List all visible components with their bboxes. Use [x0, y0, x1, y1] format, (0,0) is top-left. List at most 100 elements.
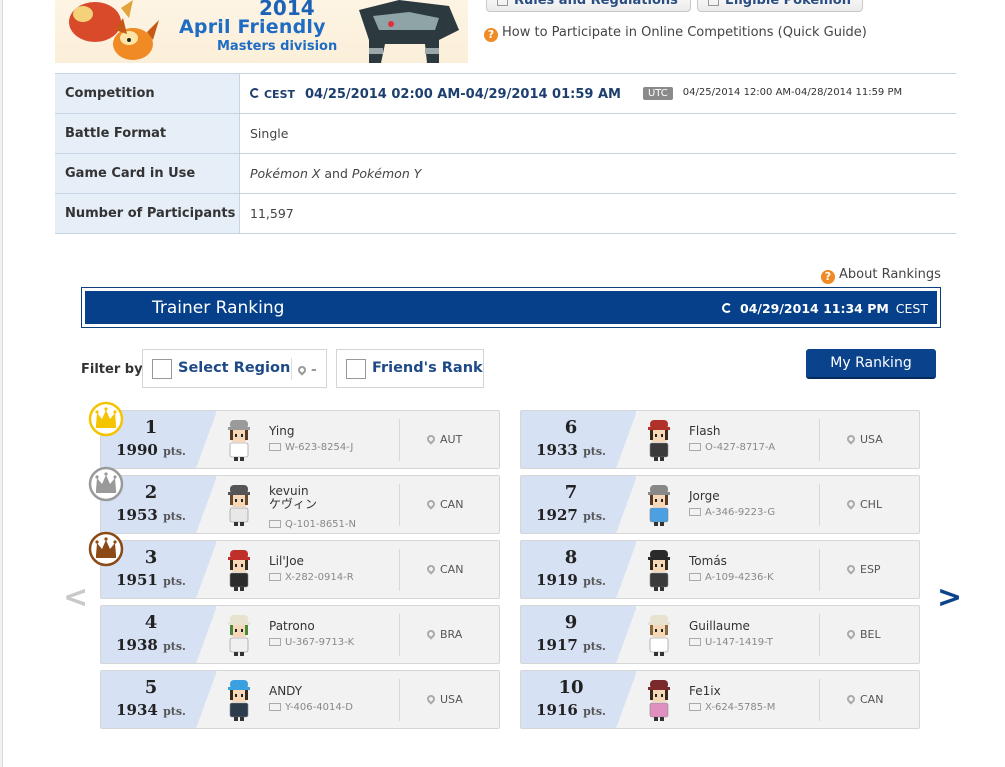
trainer-avatar: [648, 485, 670, 526]
friend-rank-checkbox[interactable]: [346, 359, 366, 379]
ranking-card[interactable]: 5 1934 pts. ANDY Y-406-4014-D USA: [100, 670, 500, 729]
trainer-country: USA: [845, 433, 883, 446]
location-pin-icon: [425, 693, 437, 705]
location-pin-icon: [425, 628, 437, 640]
clock-icon: [250, 87, 260, 98]
id-card-icon: [689, 573, 701, 581]
ranking-card[interactable]: 2 1953 pts. kevuin ケヴィン Q-101-8651-N CAN: [100, 475, 500, 534]
id-card-icon: [269, 573, 281, 581]
trainer-country: USA: [425, 693, 463, 706]
rank-points: 1917 pts.: [536, 636, 606, 654]
trainer-country: CAN: [425, 498, 463, 511]
ranking-card[interactable]: 9 1917 pts. Guillaume U-147-1419-T BEL: [520, 605, 920, 664]
rank-points: 1938 pts.: [116, 636, 186, 654]
id-card-icon: [689, 703, 701, 711]
utc-badge: UTC: [642, 86, 673, 100]
trainer-ranking-title: Trainer Ranking: [152, 298, 285, 318]
trainer-id: Q-101-8651-N: [269, 519, 356, 530]
trainer-id: U-147-1419-T: [689, 637, 773, 648]
clock-icon: [722, 303, 733, 313]
id-card-icon: [689, 638, 701, 646]
trainer-id: A-346-9223-G: [689, 507, 775, 518]
trainer-name: Patrono: [269, 619, 315, 633]
trainer-country: BEL: [845, 628, 881, 641]
rank-points: 1927 pts.: [536, 506, 606, 524]
banner-title: April Friendly: [179, 16, 326, 38]
friend-rank-filter[interactable]: Friend's Rank: [336, 349, 484, 388]
eligible-pokemon-button[interactable]: Eligible Pokémon: [697, 0, 863, 12]
trainer-country: AUT: [425, 433, 462, 446]
rank-points: 1951 pts.: [116, 571, 186, 589]
ranking-updated-time: 04/29/2014 11:34 PM CEST: [722, 301, 928, 316]
location-pin-icon: -: [296, 362, 317, 378]
trainer-avatar: [228, 420, 250, 461]
rank-number: 9: [564, 612, 578, 633]
trainer-country: ESP: [845, 563, 881, 576]
ranking-card[interactable]: 1 1990 pts. Ying W-623-8254-J AUT: [100, 410, 500, 469]
trainer-name: Guillaume: [689, 619, 750, 633]
participants-label: Number of Participants: [55, 193, 240, 234]
location-pin-icon: [845, 498, 857, 510]
bronze-crown-icon: [88, 531, 124, 567]
cest-time: 04/25/2014 02:00 AM-04/29/2014 01:59 AM: [304, 86, 621, 102]
rank-points: 1916 pts.: [536, 701, 606, 719]
trainer-avatar: [228, 615, 250, 656]
rank-points: 1953 pts.: [116, 506, 186, 524]
region-filter-label: Select Region: [178, 360, 291, 376]
trainer-avatar: [228, 485, 250, 526]
region-checkbox[interactable]: [152, 359, 172, 379]
participants-value: 11,597: [239, 193, 956, 234]
location-pin-icon: [845, 433, 857, 445]
ranking-card[interactable]: 10 1916 pts. Fe1ix X-624-5785-M CAN: [520, 670, 920, 729]
friend-rank-label: Friend's Rank: [372, 360, 483, 376]
competition-info-table: Competition CEST 04/25/2014 02:00 AM-04/…: [55, 73, 956, 234]
rank-number: 10: [558, 677, 584, 698]
ranking-card[interactable]: 4 1938 pts. Patrono U-367-9713-K BRA: [100, 605, 500, 664]
trainer-name: Jorge: [689, 489, 720, 503]
rules-button[interactable]: Rules and Regulations: [486, 0, 691, 12]
rank-number: 8: [564, 547, 578, 568]
cest-tag: CEST: [263, 87, 295, 101]
trainer-avatar: [648, 615, 670, 656]
ranking-card[interactable]: 8 1919 pts. Tomás A-109-4236-K ESP: [520, 540, 920, 599]
trainer-avatar: [228, 550, 250, 591]
rank-points: 1990 pts.: [116, 441, 186, 459]
silver-crown-icon: [88, 466, 124, 502]
id-card-icon: [689, 508, 701, 516]
game-card-value: Pokémon X and Pokémon Y: [239, 153, 956, 194]
ranking-card[interactable]: 6 1933 pts. Flash O-427-8717-A USA: [520, 410, 920, 469]
game-card-row: Game Card in Use Pokémon X and Pokémon Y: [55, 153, 956, 194]
trainer-name: Tomás: [689, 554, 727, 568]
id-card-icon: [269, 638, 281, 646]
trainer-name: Fe1ix: [689, 684, 721, 698]
banner-subtitle: Masters division: [217, 39, 338, 54]
region-filter[interactable]: Select Region -: [142, 349, 327, 388]
trainer-avatar: [228, 680, 250, 721]
location-pin-icon: [845, 563, 857, 575]
id-card-icon: [269, 703, 281, 711]
battle-format-label: Battle Format: [55, 113, 240, 154]
my-ranking-button[interactable]: My Ranking: [806, 349, 936, 379]
id-card-icon: [269, 520, 281, 528]
gold-crown-icon: [88, 401, 124, 437]
trainer-id: A-109-4236-K: [689, 572, 774, 583]
question-icon: ?: [484, 28, 498, 42]
previous-page-arrow[interactable]: <: [63, 580, 88, 615]
competition-dates: CEST 04/25/2014 02:00 AM-04/29/2014 01:5…: [239, 73, 956, 114]
trainer-name: kevuin ケヴィン: [269, 484, 318, 511]
competition-banner: 2014 April Friendly Masters division: [55, 0, 468, 63]
trainer-country: CHL: [845, 498, 882, 511]
participation-guide-link[interactable]: ? How to Participate in Online Competitio…: [484, 25, 867, 42]
pokemon-artwork-right: [359, 0, 459, 63]
next-page-arrow[interactable]: >: [937, 580, 962, 615]
rank-points: 1933 pts.: [536, 441, 606, 459]
about-rankings-link[interactable]: ? About Rankings: [821, 267, 941, 284]
trainer-id: Y-406-4014-D: [269, 702, 353, 713]
rank-points: 1919 pts.: [536, 571, 606, 589]
page: 2014 April Friendly Masters division Rul…: [2, 0, 1005, 767]
document-icon: [708, 0, 719, 6]
ranking-card[interactable]: 7 1927 pts. Jorge A-346-9223-G CHL: [520, 475, 920, 534]
ranking-card[interactable]: 3 1951 pts. Lil'Joe X-282-0914-R CAN: [100, 540, 500, 599]
location-pin-icon: [425, 433, 437, 445]
trainer-country: CAN: [425, 563, 463, 576]
